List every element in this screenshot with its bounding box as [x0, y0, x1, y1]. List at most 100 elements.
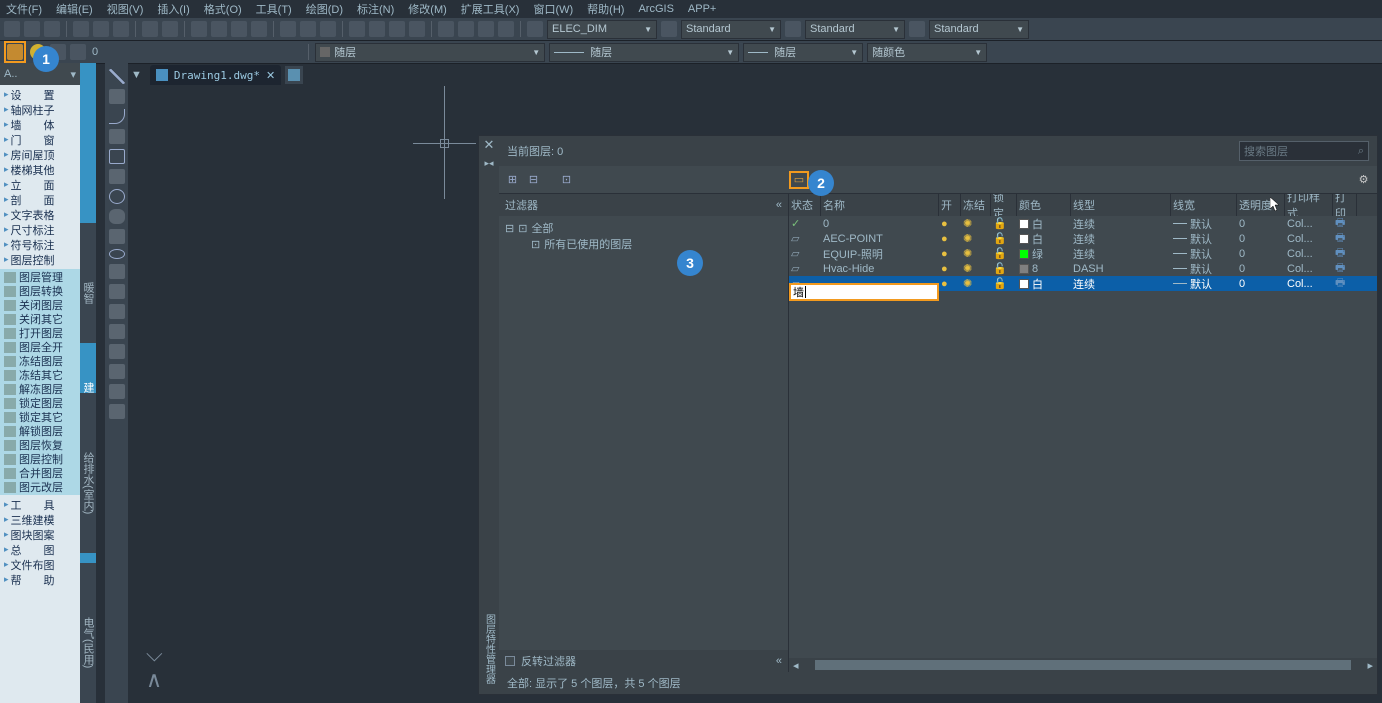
gradient-icon[interactable]: [109, 344, 125, 359]
mleader-style-dropdown[interactable]: Standard▼: [929, 20, 1029, 39]
settings-icon[interactable]: ⚙: [1356, 172, 1371, 187]
text-style-dropdown[interactable]: Standard▼: [681, 20, 781, 39]
tree-item[interactable]: ▸帮 助: [0, 572, 80, 587]
tree-item[interactable]: ▸三维建模: [0, 512, 80, 527]
menu-item[interactable]: 工具(T): [256, 1, 292, 17]
sub-item[interactable]: 锁定图层: [0, 396, 80, 410]
col-linetype[interactable]: 线型: [1071, 194, 1171, 216]
sub-item[interactable]: 图层转换: [0, 284, 80, 298]
menu-item[interactable]: ArcGIS: [638, 3, 673, 15]
tree-item[interactable]: ▸文字表格: [0, 207, 80, 222]
sub-item[interactable]: 关闭其它: [0, 312, 80, 326]
sub-item[interactable]: 图层全开: [0, 340, 80, 354]
arc2-icon[interactable]: [109, 169, 125, 184]
pan-icon[interactable]: [349, 21, 365, 37]
filter-root[interactable]: ⊟⊡全部: [505, 220, 782, 236]
layer-icon-3[interactable]: [70, 44, 86, 60]
block-icon[interactable]: [109, 284, 125, 299]
copy-icon[interactable]: [93, 21, 109, 37]
menu-item[interactable]: 窗口(W): [533, 1, 573, 17]
layer-name-edit[interactable]: 墙: [789, 283, 939, 301]
paste-icon[interactable]: [113, 21, 129, 37]
rect-icon[interactable]: [109, 149, 125, 164]
tree-item[interactable]: ▸房间屋顶: [0, 147, 80, 162]
vtab-water[interactable]: 给排水(室内): [80, 393, 96, 553]
dim-icon[interactable]: [527, 21, 543, 37]
menu-item[interactable]: 视图(V): [107, 1, 144, 17]
layer-row[interactable]: ▱AEC-POINT●✺🔓白连续默认0Col...🖶: [789, 231, 1377, 246]
tree-item[interactable]: ▸工 具: [0, 497, 80, 512]
sub-item[interactable]: 关闭图层: [0, 298, 80, 312]
layer-states-icon[interactable]: ⊡: [559, 172, 574, 187]
tree-item[interactable]: ▸轴网柱子: [0, 102, 80, 117]
arc-icon[interactable]: [109, 109, 125, 124]
sub-item[interactable]: 图元改层: [0, 480, 80, 494]
linetype-dropdown[interactable]: 随层▼: [549, 43, 739, 62]
circle-icon[interactable]: [109, 189, 125, 204]
hatch-icon[interactable]: [109, 324, 125, 339]
tool-icon-1[interactable]: [211, 21, 227, 37]
tree-item[interactable]: ▸设 置: [0, 87, 80, 102]
sub-item[interactable]: 打开图层: [0, 326, 80, 340]
table-style-dropdown[interactable]: Standard▼: [805, 20, 905, 39]
menu-item[interactable]: 编辑(E): [56, 1, 93, 17]
tree-item[interactable]: ▸剖 面: [0, 192, 80, 207]
text-style-icon[interactable]: [661, 21, 677, 37]
sub-item[interactable]: 冻结其它: [0, 368, 80, 382]
line-icon[interactable]: [109, 69, 125, 84]
tree-item[interactable]: ▸图块图案: [0, 527, 80, 542]
doc-tab-active[interactable]: Drawing1.dwg* ✕: [150, 65, 281, 85]
pin-panel-icon[interactable]: ▸◂: [480, 154, 498, 172]
tool-icon-5[interactable]: [300, 21, 316, 37]
redo-icon[interactable]: [162, 21, 178, 37]
iso-icon-4[interactable]: [498, 21, 514, 37]
vtab-elec[interactable]: 电气(民用): [80, 563, 96, 703]
search-layer-input[interactable]: 搜索图层 ⌕: [1239, 141, 1369, 161]
tree-item[interactable]: ▸总 图: [0, 542, 80, 557]
menu-item[interactable]: APP+: [688, 3, 716, 15]
close-tab-icon[interactable]: ✕: [266, 69, 275, 82]
menu-item[interactable]: 标注(N): [357, 1, 394, 17]
layer-row[interactable]: ▱EQUIP-照明●✺🔓绿连续默认0Col...🖶: [789, 246, 1377, 261]
dim-style-dropdown[interactable]: ELEC_DIM▼: [547, 20, 657, 39]
tool-icon-3[interactable]: [251, 21, 267, 37]
filter-used[interactable]: ⊡所有已使用的图层: [505, 236, 782, 252]
tree-item[interactable]: ▸门 窗: [0, 132, 80, 147]
scissors-icon[interactable]: [191, 21, 207, 37]
tool-icon-7[interactable]: [409, 21, 425, 37]
col-color[interactable]: 颜色: [1017, 194, 1071, 216]
invert-filter-checkbox[interactable]: [505, 656, 515, 666]
plot-color-dropdown[interactable]: 随颜色▼: [867, 43, 987, 62]
new-group-filter-icon[interactable]: ⊟: [526, 172, 541, 187]
layer-properties-icon[interactable]: [7, 44, 23, 60]
iso-icon-1[interactable]: [438, 21, 454, 37]
region-icon[interactable]: [109, 364, 125, 379]
sub-item[interactable]: 图层控制: [0, 452, 80, 466]
undo-icon[interactable]: [142, 21, 158, 37]
spline-icon[interactable]: [109, 229, 125, 244]
sub-item[interactable]: 合并图层: [0, 466, 80, 480]
new-layer-icon[interactable]: ▭: [794, 173, 804, 186]
sub-item[interactable]: 图层管理: [0, 270, 80, 284]
layer-row[interactable]: ✓0●✺🔓白连续默认0Col...🖶: [789, 216, 1377, 231]
orbit-icon[interactable]: [389, 21, 405, 37]
h-scrollbar[interactable]: ◂ ▸: [789, 658, 1377, 672]
col-on[interactable]: 开: [939, 194, 961, 216]
color-dropdown[interactable]: 随层▼: [315, 43, 545, 62]
menu-item[interactable]: 文件(F): [6, 1, 42, 17]
menu-item[interactable]: 插入(I): [157, 1, 189, 17]
cut-icon[interactable]: [73, 21, 89, 37]
table-style-icon[interactable]: [785, 21, 801, 37]
tree-item[interactable]: ▸文件布图: [0, 557, 80, 572]
iso-icon-3[interactable]: [478, 21, 494, 37]
new-tab-button[interactable]: [285, 66, 303, 84]
new-icon[interactable]: [4, 21, 20, 37]
ellipse-icon[interactable]: [109, 249, 125, 259]
tool-icon-6[interactable]: [320, 21, 336, 37]
open-icon[interactable]: [24, 21, 40, 37]
col-lineweight[interactable]: 线宽: [1171, 194, 1237, 216]
ray-icon[interactable]: [109, 89, 125, 104]
menu-item[interactable]: 扩展工具(X): [461, 1, 520, 17]
polyline-icon[interactable]: [109, 129, 125, 144]
col-freeze[interactable]: 冻结: [961, 194, 991, 216]
